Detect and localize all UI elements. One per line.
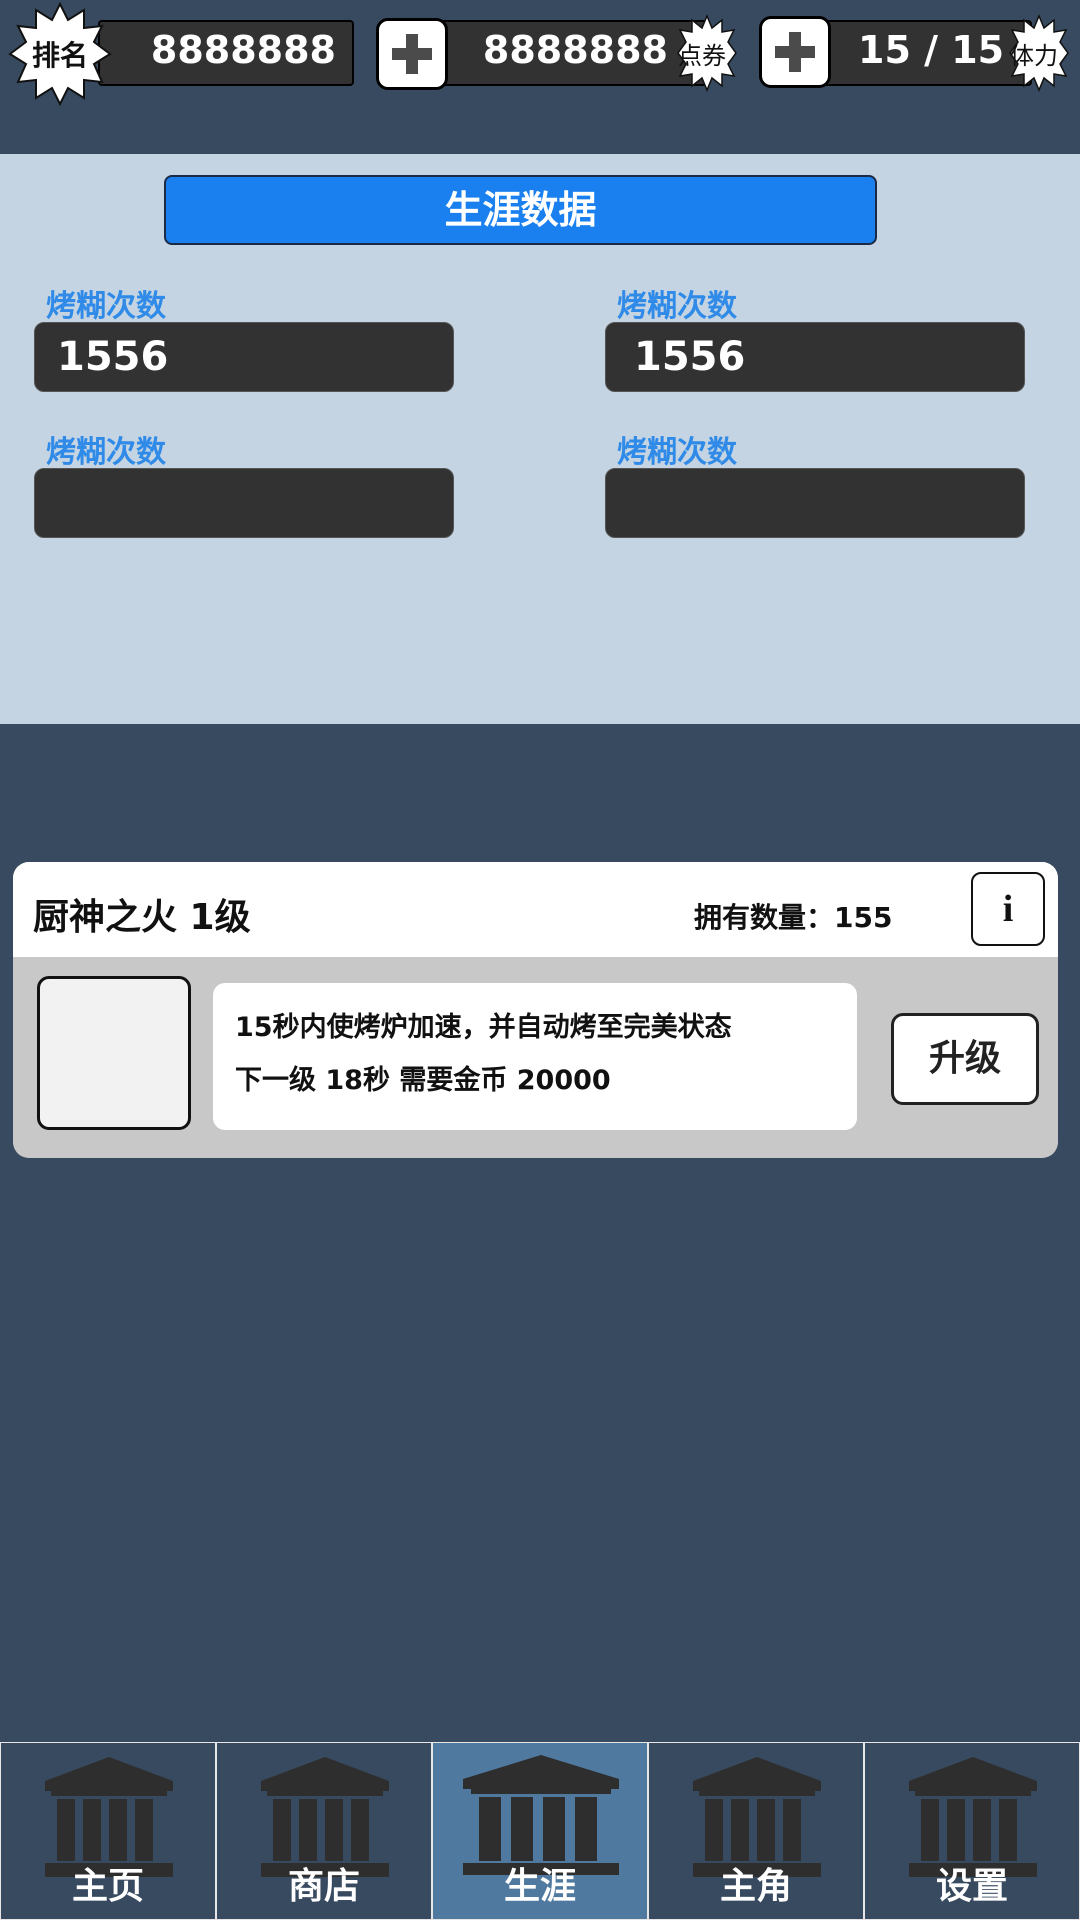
- stamina-badge-label: 体力: [1010, 41, 1058, 70]
- stamina-badge: 体力: [1008, 14, 1070, 92]
- rank-value-box: 8888888: [98, 20, 354, 86]
- stat-value: 1556: [57, 334, 169, 380]
- stat-value-box: [34, 468, 454, 538]
- rank-badge-label: 排名: [31, 39, 88, 72]
- coupon-badge: 点券: [676, 14, 738, 92]
- stamina-value: 15 / 15: [858, 28, 1005, 72]
- skill-owned-count: 拥有数量：155: [694, 901, 893, 934]
- nav-item-shop[interactable]: 商店: [216, 1742, 432, 1920]
- nav-item-character[interactable]: 主角: [648, 1742, 864, 1920]
- add-coupon-button[interactable]: [376, 18, 448, 90]
- stat-value-box: 1556: [605, 322, 1025, 392]
- stat-label: 烤糊次数: [46, 435, 166, 470]
- rank-value: 8888888: [150, 28, 336, 72]
- stat-value: 1556: [634, 334, 746, 380]
- skill-description-box: 15秒内使烤炉加速，并自动烤至完美状态 下一级 18秒 需要金币 20000: [213, 983, 857, 1130]
- stat-value-box: [605, 468, 1025, 538]
- skill-card: 厨神之火 1级 拥有数量：155 i 15秒内使烤炉加速，并自动烤至完美状态 下…: [13, 862, 1058, 1158]
- nav-label: 生涯: [503, 1866, 576, 1907]
- stat-label: 烤糊次数: [617, 289, 737, 324]
- stat-label: 烤糊次数: [617, 435, 737, 470]
- add-stamina-button[interactable]: [759, 16, 831, 88]
- skill-title: 厨神之火 1级: [33, 897, 251, 938]
- upgrade-button[interactable]: 升级: [891, 1013, 1039, 1105]
- skill-description-line: 15秒内使烤炉加速，并自动烤至完美状态: [235, 1012, 732, 1043]
- stamina-value-box: 15 / 15: [822, 20, 1032, 86]
- stat-label: 烤糊次数: [46, 289, 166, 324]
- nav-item-settings[interactable]: 设置: [864, 1742, 1080, 1920]
- skill-image: [37, 976, 191, 1130]
- nav-label: 设置: [935, 1866, 1008, 1907]
- coupon-badge-label: 点券: [678, 41, 726, 70]
- career-title: 生涯数据: [164, 175, 877, 245]
- coupon-value-box: 8888888: [440, 20, 710, 86]
- bottom-nav: 主页 商店 生涯 主角 设置: [0, 1742, 1080, 1920]
- skill-card-header: 厨神之火 1级 拥有数量：155 i: [13, 862, 1058, 957]
- stat-value-box: 1556: [34, 322, 454, 392]
- nav-item-home[interactable]: 主页: [0, 1742, 216, 1920]
- nav-label: 主角: [719, 1866, 792, 1907]
- nav-item-career[interactable]: 生涯: [432, 1742, 648, 1920]
- info-button[interactable]: i: [971, 872, 1045, 946]
- nav-label: 主页: [71, 1866, 144, 1907]
- nav-label: 商店: [287, 1866, 360, 1907]
- coupon-value: 8888888: [482, 28, 668, 72]
- rank-badge[interactable]: 排名: [8, 2, 112, 106]
- skill-next-level-line: 下一级 18秒 需要金币 20000: [235, 1065, 611, 1096]
